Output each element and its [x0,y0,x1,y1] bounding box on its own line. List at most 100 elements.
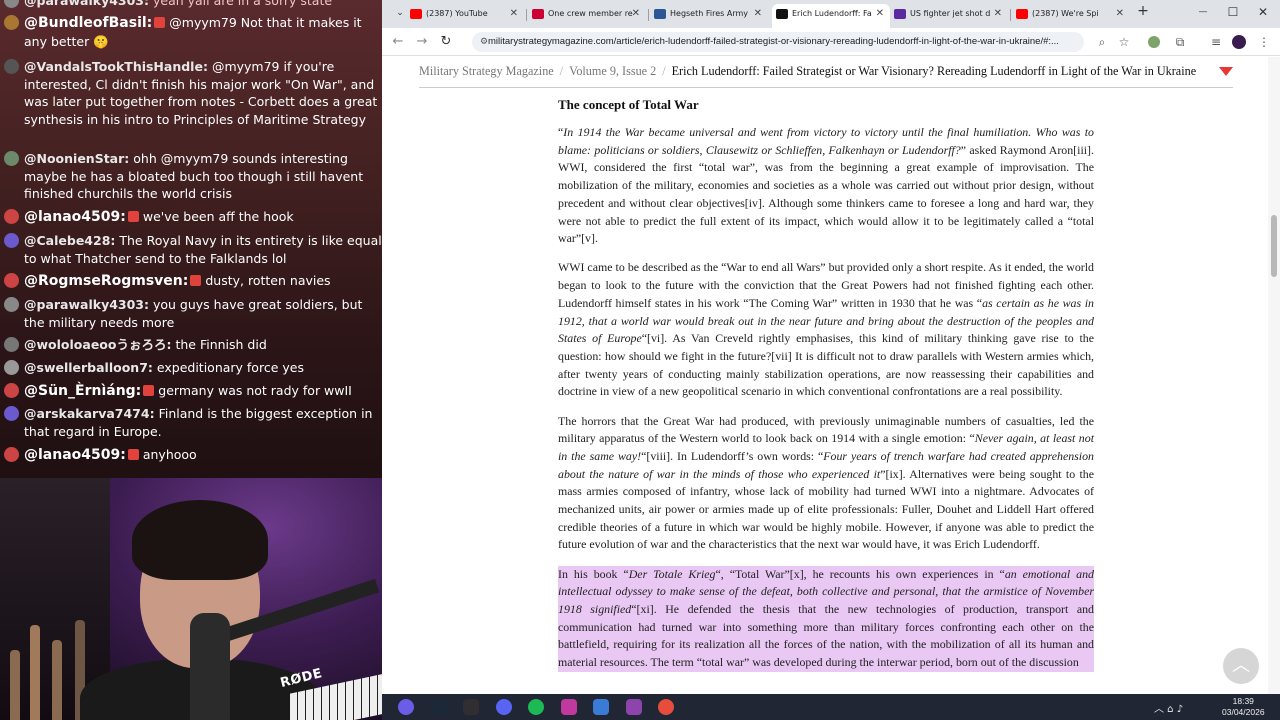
browser-tab[interactable]: (2387) We're Spi ✕ [1012,4,1130,28]
chat-avatar [4,151,19,166]
reload-icon[interactable]: ↻ [436,33,456,51]
browser-tab[interactable]: Hegseth Fires Army ✕ [650,4,768,28]
spotify-taskbar-icon[interactable] [528,699,544,715]
discord-taskbar-icon[interactable] [495,699,512,715]
app-taskbar-icon[interactable] [593,699,609,715]
tab-label: US fighter jet shot d [910,9,991,18]
url-bar[interactable]: militarystrategymagazine.com/article/eri… [472,32,1084,52]
tab-label: (2387) YouTube [426,9,488,18]
chat-username: @RogmseRogmsven: [24,273,189,289]
browser-tab[interactable]: (2387) YouTube ✕ [406,4,524,28]
chat-text: anyhooo [142,447,197,462]
new-tab-button[interactable]: + [1130,3,1156,19]
page-scrollbar[interactable] [1268,57,1280,694]
chat-message: @VandalsTookThisHandle: @myym79 if you'r… [0,58,382,128]
chat-message: @lanao4509: anyhooo [0,446,382,465]
chat-username: @wololoaeooうぉろろ: [24,337,172,352]
browser-tab[interactable]: US fighter jet shot d ✕ [890,4,1008,28]
address-toolbar: ← → ↻ militarystrategymagazine.com/artic… [382,28,1280,56]
browser-tab[interactable]: Erich Ludendorff: Fa ✕ [772,4,890,28]
app-taskbar-icon[interactable] [560,699,577,715]
chat-username: @BundleofBasil: [24,15,153,31]
browser-tab[interactable]: One crew member re ✕ [528,4,646,28]
chat-avatar [4,59,19,74]
tab-favicon-icon [410,9,422,19]
site-info-icon[interactable]: ⚙ [476,34,492,50]
windows-logo-taskbar-icon[interactable] [398,699,414,715]
extension-icon[interactable] [1148,36,1160,48]
tab-close-icon[interactable]: ✕ [632,4,640,24]
member-badge-icon [154,17,166,28]
tab-favicon-icon [776,9,788,19]
windows-taskbar: ︿ ⌂ ♪ 18:39 03/04/2026 [382,694,1280,720]
paragraph-2: WWI came to be described as the “War to … [558,260,1095,399]
tab-close-icon[interactable]: ✕ [1116,4,1124,24]
chat-text: dusty, rotten navies [205,273,331,288]
scroll-to-top-button[interactable]: ︿ [1223,648,1259,684]
member-badge-icon [127,449,139,460]
chat-avatar [4,337,19,352]
media-control-icon[interactable]: ≡ [1208,34,1224,50]
breadcrumb-current: Erich Ludendorff: Failed Strategist or W… [671,64,1197,78]
chat-username: @Calebe428: [24,233,116,248]
section-heading: The concept of Total War [558,97,699,112]
tab-close-icon[interactable]: ✕ [994,4,1002,24]
chat-message: @BundleofBasil: @myym79 Not that it makes… [0,14,382,50]
chat-username: @NoonienStar: [24,151,130,166]
article-body: The concept of Total War “In 1914 the Wa… [558,95,1094,683]
paragraph-3: The horrors that the Great War had produ… [558,413,1095,552]
chat-username: @swellerballoon7: [24,360,153,375]
obs-taskbar-icon[interactable] [463,699,479,715]
steam-taskbar-icon[interactable] [430,699,447,715]
clock-time: 18:39 [1232,696,1254,706]
scrollbar-thumb[interactable] [1271,215,1277,277]
chat-avatar [4,406,19,421]
chat-avatar [4,209,19,224]
paragraph-4-highlighted: In his book “Der Totale Krieg“, “Total W… [558,565,1094,672]
tab-favicon-icon [1016,9,1028,19]
member-badge-icon [190,275,202,286]
chat-username: @arskakarva7474: [24,406,155,421]
tab-close-icon[interactable]: ✕ [876,4,884,24]
bookmark-star-icon[interactable]: ☆ [1116,34,1132,50]
chat-message: @parawalky4303: yeah yall are in a sorry… [0,0,382,10]
profile-avatar[interactable] [1232,35,1246,49]
breadcrumb-site-link[interactable]: Military Strategy Magazine [419,64,554,78]
tab-label: Hegseth Fires Army [670,9,748,18]
article-page: Military Strategy Magazine / Volume 9, Iss… [382,57,1280,694]
breadcrumb-separator: / [662,64,666,78]
tab-favicon-icon [532,9,544,19]
chat-message: @RogmseRogmsven: dusty, rotten navies [0,272,382,291]
chat-message: @Sün_Èrnìáng: germany was not rady for ww… [0,382,382,401]
tab-label: Erich Ludendorff: Fa [792,9,872,18]
forward-arrow-icon[interactable]: → [412,33,432,51]
close-window-button[interactable]: ✕ [1250,5,1276,19]
maximize-button[interactable]: ☐ [1220,5,1246,19]
chat-message: @NoonienStar: ohh @myym79 sounds interes… [0,150,382,203]
chat-avatar [4,383,19,398]
extensions-puzzle-icon[interactable]: ⧉ [1172,34,1188,50]
breadcrumb-dropdown-icon[interactable] [1219,67,1233,76]
chat-avatar [4,447,19,462]
chat-text: germany was not rady for wwII [158,383,352,398]
menu-kebab-icon[interactable]: ⋮ [1256,34,1272,50]
chat-avatar [4,360,19,375]
app-taskbar-icon[interactable] [625,699,642,715]
stream-chat-overlay: @parawalky4303: yeah yall are in a sorry… [0,0,382,478]
chat-message: @arskakarva7474: Finland is the biggest … [0,405,382,440]
tab-close-icon[interactable]: ✕ [510,4,518,24]
tab-label: (2387) We're Spi [1032,9,1099,18]
breadcrumb: Military Strategy Magazine / Volume 9, Iss… [419,64,1227,79]
paragraph-1: “In 1914 the War became universal and we… [558,125,1094,246]
chat-avatar [4,273,19,288]
chrome-taskbar-icon[interactable] [658,699,674,715]
system-tray-icons[interactable]: ︿ ⌂ ♪ [1154,700,1183,715]
breadcrumb-issue-link[interactable]: Volume 9, Issue 2 [569,64,656,78]
back-arrow-icon[interactable]: ← [388,33,408,51]
zoom-icon[interactable]: ⌕ [1094,34,1110,50]
minimize-button[interactable]: — [1190,7,1216,17]
tab-close-icon[interactable]: ✕ [754,4,762,24]
chat-username: @Sün_Èrnìáng: [24,383,142,399]
breadcrumb-divider [419,87,1233,88]
taskbar-clock[interactable]: 18:39 03/04/2026 [1222,696,1265,718]
